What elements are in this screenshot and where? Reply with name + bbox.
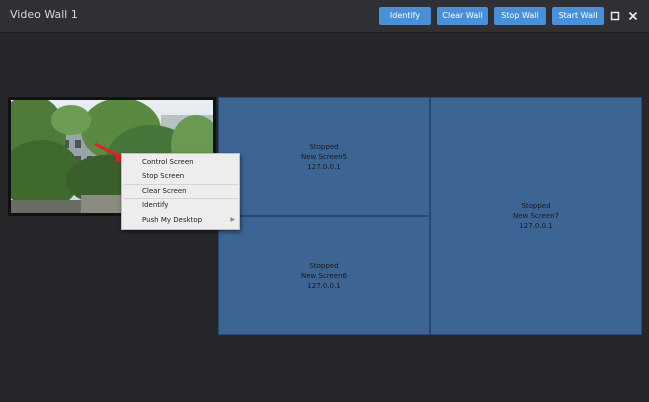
screen-ip: 127.0.0.1 (307, 163, 341, 171)
wall-screen-7[interactable]: Stopped New Screen7 127.0.0.1 (430, 97, 642, 335)
wall-screen-6[interactable]: Stopped New Screen6 127.0.0.1 (218, 216, 430, 335)
screen-name: New Screen5 (300, 153, 347, 161)
screen-ip: 127.0.0.1 (519, 222, 553, 230)
identify-button[interactable]: Identify (379, 7, 431, 25)
menu-item-identify[interactable]: Identify (122, 198, 239, 212)
screen-status: Stopped (521, 202, 551, 210)
clear-wall-button[interactable]: Clear Wall (437, 7, 488, 25)
title-bar: Video Wall 1 Identify Clear Wall Stop Wa… (0, 0, 649, 33)
chevron-right-icon: ▶ (230, 216, 235, 223)
close-icon[interactable] (625, 8, 641, 24)
menu-item-push-my-desktop[interactable]: Push My Desktop ▶ (122, 213, 239, 227)
menu-item-stop-screen[interactable]: Stop Screen (122, 169, 239, 183)
screen-name: New Screen7 (512, 212, 559, 220)
screen-name: New Screen6 (300, 272, 347, 280)
maximize-icon[interactable] (607, 8, 623, 24)
window-title: Video Wall 1 (10, 8, 78, 21)
menu-item-clear-screen[interactable]: Clear Screen (122, 184, 239, 198)
context-menu: Control Screen Stop Screen Clear Screen … (121, 153, 240, 230)
wall-screen-5[interactable]: Stopped New Screen5 127.0.0.1 (218, 97, 430, 216)
screen-ip: 127.0.0.1 (307, 282, 341, 290)
screen-status: Stopped (309, 143, 339, 151)
screen-status: Stopped (309, 262, 339, 270)
menu-item-label: Push My Desktop (142, 216, 203, 224)
start-wall-button[interactable]: Start Wall (552, 7, 604, 25)
stop-wall-button[interactable]: Stop Wall (494, 7, 546, 25)
menu-item-control-screen[interactable]: Control Screen (122, 155, 239, 169)
